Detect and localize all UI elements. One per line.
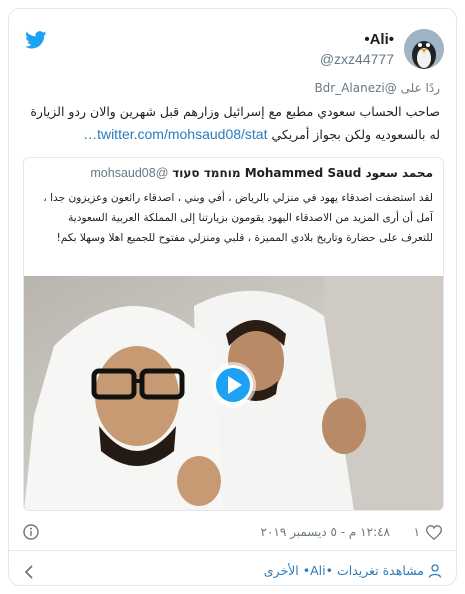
tweet-timestamp[interactable]: ١٢:٤٨ م - ٥ ديسمبر ٢٠١٩ (261, 525, 390, 539)
like-count[interactable]: ١ (414, 525, 420, 539)
quoted-tweet-header: محمد سعود Mohammed Saud מוחמד סעוד @mohs… (90, 166, 433, 180)
view-more-tweets-link[interactable]: مشاهدة تغريدات •Ali• الأخرى (264, 563, 442, 578)
heart-icon[interactable] (426, 525, 442, 540)
tweet-link[interactable]: twitter.com/mohsaud08/stat… (83, 126, 267, 142)
reply-prefix: ردًا على (400, 81, 440, 95)
tweet-author[interactable]: •Ali• @zxz44777 (320, 29, 444, 69)
quoted-tweet-text: لقد استضفت اصدقاء يهود في منزلي بالرياض … (43, 192, 433, 244)
quoted-tweet[interactable]: محمد سعود Mohammed Saud מוחמד סעוד @mohs… (23, 157, 444, 511)
quoted-author-handle: @mohsaud08 (90, 166, 169, 180)
twitter-bird-icon[interactable] (25, 31, 47, 49)
info-icon[interactable] (23, 524, 39, 540)
embedded-tweet-card: •Ali• @zxz44777 ردًا على @Bdr_Alanezi صا… (8, 8, 457, 586)
view-more-tweets-label[interactable]: مشاهدة تغريدات •Ali• الأخرى (264, 563, 424, 578)
play-button[interactable] (213, 365, 253, 405)
quoted-video-thumbnail[interactable] (24, 276, 443, 510)
penguin-avatar-icon (404, 29, 444, 69)
quoted-author-name: محمد سعود Mohammed Saud מוחמד סעוד (172, 166, 433, 180)
avatar[interactable] (404, 29, 444, 69)
play-icon (216, 368, 250, 402)
tweet-text: صاحب الحساب سعودي مطبع مع إسرائيل وزارهم… (20, 101, 440, 146)
footer-divider (9, 550, 456, 551)
author-display-name[interactable]: •Ali• (320, 31, 394, 48)
reply-to-handle-link[interactable]: @Bdr_Alanezi (314, 81, 396, 95)
tweet-actions: ١ ١٢:٤٨ م - ٥ ديسمبر ٢٠١٩ (9, 519, 456, 547)
reply-context: ردًا على @Bdr_Alanezi (314, 81, 440, 95)
person-icon (428, 563, 442, 578)
author-handle[interactable]: @zxz44777 (320, 51, 394, 67)
chevron-left-icon[interactable] (23, 565, 35, 579)
